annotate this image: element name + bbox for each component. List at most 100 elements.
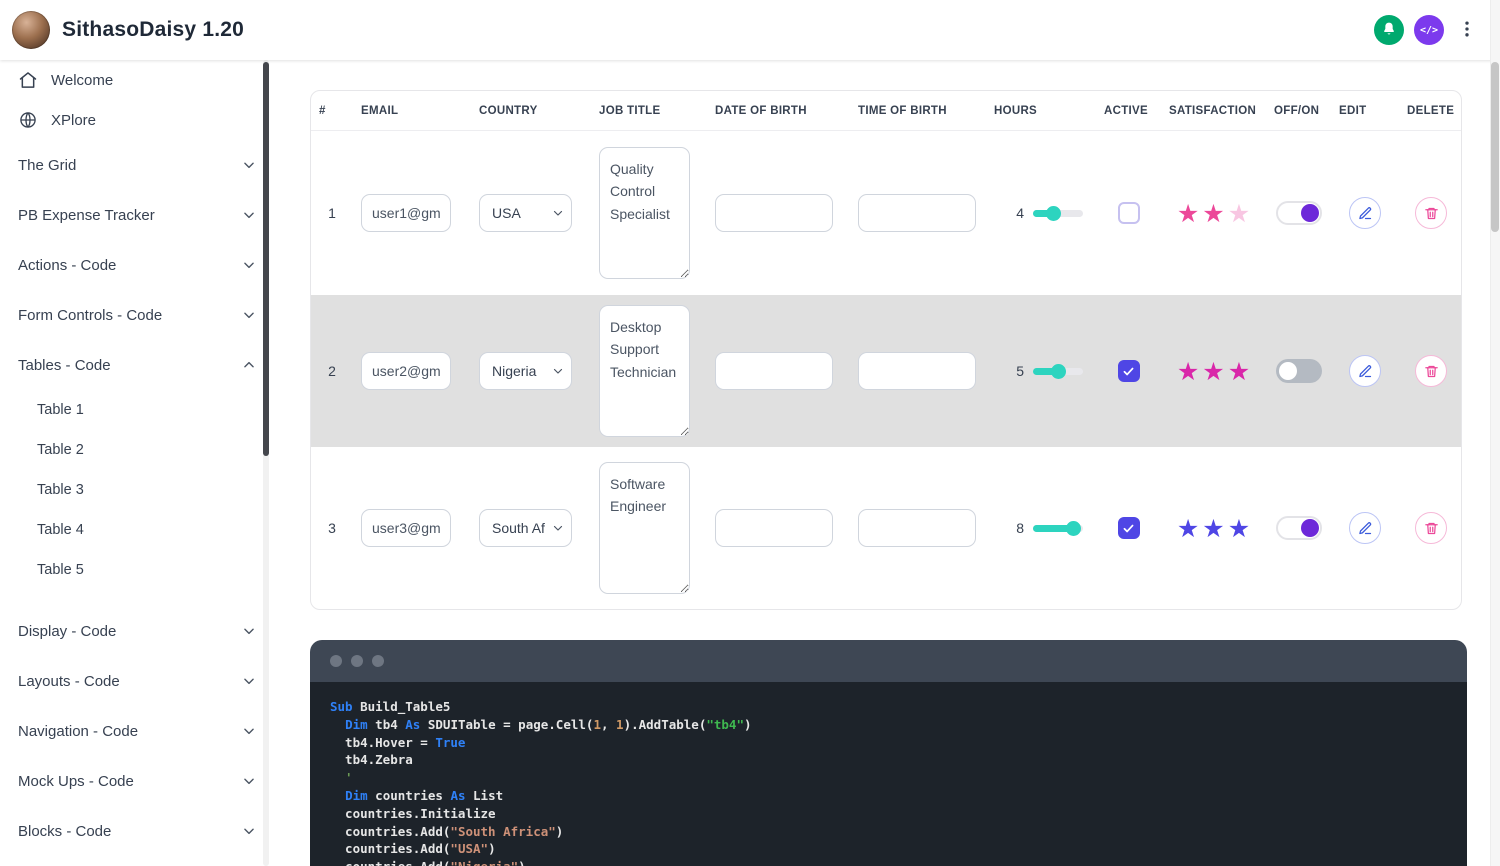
job-title-textarea[interactable] [599,147,690,279]
sidebar-item-label: Display - Code [18,622,117,640]
sidebar-subitem-table-4[interactable]: Table 4 [0,510,280,550]
edit-button[interactable] [1349,197,1381,229]
edit-button[interactable] [1349,355,1381,387]
chevron-down-icon [242,208,256,222]
chevron-up-icon [242,358,256,372]
time-of-birth-input[interactable] [858,194,976,232]
chevron-down-icon [242,158,256,172]
home-icon [18,70,38,90]
sidebar-item-form-controls-code[interactable]: Form Controls - Code [0,290,280,340]
avatar[interactable] [12,11,50,49]
pencil-icon [1358,521,1373,536]
sidebar-subitem-table-5[interactable]: Table 5 [0,550,280,590]
email-input[interactable] [361,352,451,390]
star-icon[interactable]: ★ [1177,201,1199,226]
table-body: 1USA4★★★2Nigeria5★★★3South Af8★★★ [311,131,1461,609]
onoff-toggle[interactable] [1275,359,1322,383]
sidebar-item-label: Form Controls - Code [18,306,163,324]
country-select[interactable]: USA [479,194,572,232]
time-of-birth-input[interactable] [858,352,976,390]
star-icon[interactable]: ★ [1177,359,1199,384]
satisfaction-rating: ★ ★ ★ [1161,516,1266,541]
job-title-textarea[interactable] [599,305,690,437]
hours-slider[interactable] [1033,363,1083,379]
chevron-down-icon [242,774,256,788]
star-icon[interactable]: ★ [1202,516,1224,541]
email-input[interactable] [361,194,451,232]
column-header-edit: EDIT [1339,104,1367,117]
code-button[interactable]: </> [1414,15,1444,45]
code-line: countries.Add("Nigeria") [330,858,1447,866]
sidebar-item-navigation-code[interactable]: Navigation - Code [0,706,280,756]
star-icon[interactable]: ★ [1202,201,1224,226]
notifications-button[interactable] [1374,15,1404,45]
sidebar-item-actions-code[interactable]: Actions - Code [0,240,280,290]
sidebar-subitem-table-3[interactable]: Table 3 [0,470,280,510]
sidebar-item-tables-code[interactable]: Tables - Code [0,340,280,390]
kebab-menu-button[interactable] [1454,15,1480,45]
sidebar-item-welcome[interactable]: Welcome [0,60,280,100]
sidebar-item-xplore[interactable]: XPlore [0,100,280,140]
date-of-birth-input[interactable] [715,509,833,547]
slider-thumb[interactable] [1051,363,1066,379]
sidebar-item-label: XPlore [51,111,97,129]
code-window: Sub Build_Table5 Dim tb4 As SDUITable = … [310,640,1467,866]
sidebar-subitem-table-2[interactable]: Table 2 [0,430,280,470]
sidebar-item-display-code[interactable]: Display - Code [0,606,280,656]
active-checkbox[interactable] [1117,202,1140,224]
chevron-down-icon [552,522,564,534]
table-row: 1USA4★★★ [311,131,1461,295]
page-scrollbar-thumb[interactable] [1491,62,1499,232]
email-input[interactable] [361,509,451,547]
page-scrollbar[interactable] [1490,0,1500,866]
sidebar-item-mock-ups-code[interactable]: Mock Ups - Code [0,756,280,806]
active-checkbox[interactable] [1117,360,1140,382]
sidebar-item-the-grid[interactable]: The Grid [0,140,280,190]
sidebar-subitem-table-1[interactable]: Table 1 [0,390,280,430]
date-of-birth-input[interactable] [715,352,833,390]
hours-slider[interactable] [1033,520,1083,536]
chevron-down-icon [552,365,564,377]
country-select[interactable]: South Af [479,509,572,547]
code-line: countries.Add("South Africa") [330,823,564,839]
time-of-birth-input[interactable] [858,509,976,547]
hours-value: 5 [1016,363,1024,379]
delete-button[interactable] [1415,197,1447,229]
star-icon[interactable]: ★ [1202,359,1224,384]
delete-button[interactable] [1415,512,1447,544]
hours-slider[interactable] [1033,205,1083,221]
sidebar-subitem-label: Table 3 [37,482,84,498]
column-header-job-title: JOB TITLE [599,104,661,117]
trash-icon [1424,364,1439,379]
star-icon[interactable]: ★ [1228,201,1250,226]
sidebar-item-label: Layouts - Code [18,672,120,690]
sidebar-item-pb-expense-tracker[interactable]: PB Expense Tracker [0,190,280,240]
sidebar-item-layouts-code[interactable]: Layouts - Code [0,656,280,706]
country-select[interactable]: Nigeria [479,352,572,390]
job-title-textarea[interactable] [599,462,690,594]
sidebar-item-blocks-code[interactable]: Blocks - Code [0,806,280,856]
star-icon[interactable]: ★ [1228,516,1250,541]
column-header-date-of-birth: DATE OF BIRTH [715,104,807,117]
sidebar-item-label: Navigation - Code [18,722,139,740]
chevron-down-icon [242,308,256,322]
sidebar-scrollbar-thumb[interactable] [263,62,269,456]
onoff-toggle[interactable] [1275,201,1322,225]
code-line: Sub Build_Table5 [330,699,451,714]
date-of-birth-input[interactable] [715,194,833,232]
slider-thumb[interactable] [1066,520,1081,536]
code-line: ' [330,770,353,786]
column-header-time-of-birth: TIME OF BIRTH [858,104,947,117]
star-icon[interactable]: ★ [1177,516,1199,541]
slider-thumb[interactable] [1046,205,1061,221]
delete-button[interactable] [1415,355,1447,387]
sidebar-item-label: Tables - Code [18,356,111,374]
code-line: countries.Initialize [330,805,496,821]
window-dot-icon [351,655,363,667]
active-checkbox[interactable] [1117,517,1140,539]
table-row: 2Nigeria5★★★ [311,295,1461,447]
onoff-toggle[interactable] [1275,516,1322,540]
edit-button[interactable] [1349,512,1381,544]
star-icon[interactable]: ★ [1228,359,1250,384]
header-actions: </> [1374,15,1480,45]
